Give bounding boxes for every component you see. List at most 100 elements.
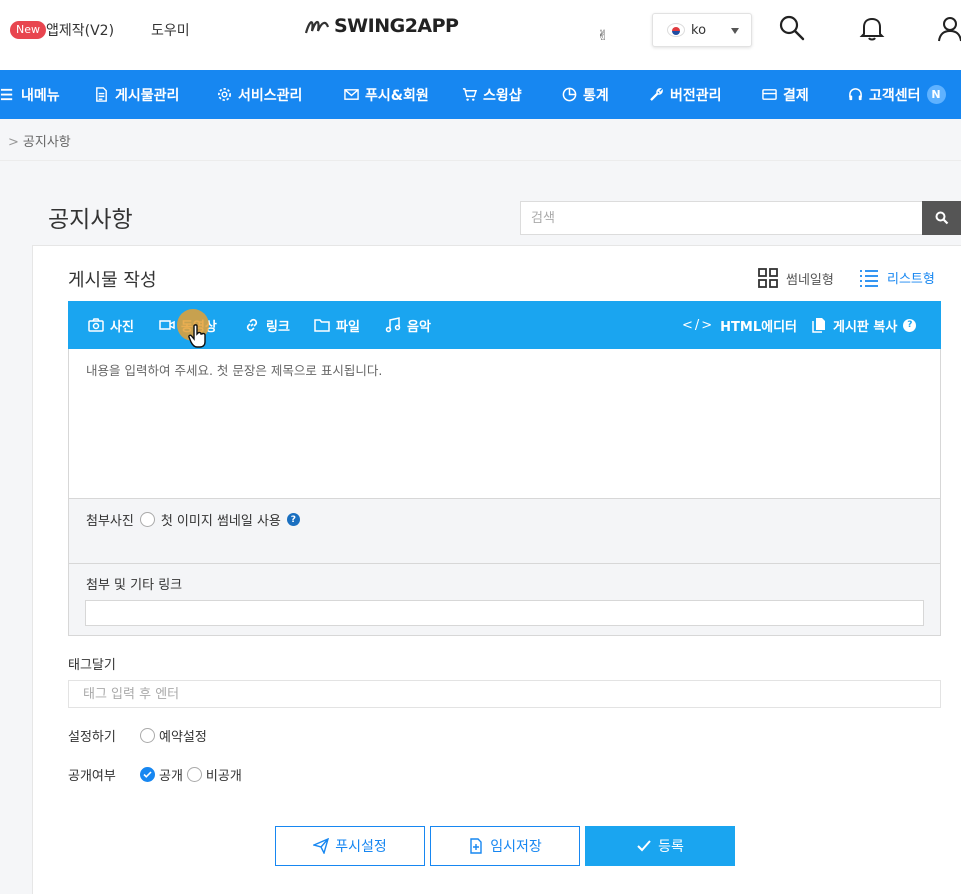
hand-pointer-icon: [188, 324, 206, 348]
breadcrumb-current[interactable]: 공지사항: [23, 135, 71, 150]
new-badge: New: [10, 21, 46, 39]
pie-chart-icon: [562, 87, 577, 102]
insert-music-button[interactable]: 음악: [385, 301, 431, 349]
page-title: 공지사항: [48, 207, 133, 233]
folder-icon: [314, 319, 330, 332]
chevron-down-icon: [731, 28, 739, 34]
gear-icon: [218, 88, 231, 101]
post-form-title: 게시물 작성: [68, 270, 157, 291]
first-image-thumbnail-radio[interactable]: [139, 512, 155, 527]
app-make-link[interactable]: 앱제작(V2): [46, 20, 114, 40]
user-icon[interactable]: [936, 14, 961, 42]
private-option[interactable]: 비공개: [186, 765, 242, 784]
public-label: 공개: [159, 769, 183, 784]
save-draft-label: 임시저장: [490, 839, 542, 855]
breadcrumb: > 공지사항: [8, 131, 71, 150]
private-radio[interactable]: [186, 767, 202, 782]
nav-label: 고객센터: [869, 87, 921, 104]
top-header: New 앱제작(V2) 도우미 SWING2APP ✌ ko: [0, 0, 961, 70]
html-editor-label: HTML에디터: [720, 319, 798, 335]
nav-label: 내메뉴: [21, 87, 60, 104]
attach-link-label: 첨부 및 기타 링크: [86, 578, 183, 593]
wrench-icon: [650, 88, 663, 101]
nav-customer-center[interactable]: 고객센터 N: [848, 70, 946, 119]
copy-icon: [812, 318, 825, 333]
document-icon: [96, 87, 107, 102]
push-setting-button[interactable]: 푸시설정: [275, 826, 425, 866]
mail-icon: [344, 89, 359, 100]
attach-photo-label: 첨부사진: [86, 514, 134, 529]
search-input[interactable]: [520, 201, 923, 235]
divider: [69, 563, 940, 564]
nav-my-menu[interactable]: 내메뉴: [0, 70, 60, 119]
setting-label: 설정하기: [68, 730, 116, 745]
save-draft-button[interactable]: 임시저장: [430, 826, 580, 866]
submit-button[interactable]: 등록: [585, 826, 735, 866]
nav-statistics[interactable]: 통계: [562, 70, 609, 119]
public-option[interactable]: 공개: [140, 765, 183, 784]
copy-board-label: 게시판 복사: [833, 319, 898, 335]
nav-swing-shop[interactable]: 스윙샵: [462, 70, 522, 119]
content-editor[interactable]: 내용을 입력하여 주세요. 첫 문장은 제목으로 표시됩니다.: [68, 349, 941, 499]
private-label: 비공개: [205, 769, 242, 784]
check-icon: [637, 840, 651, 852]
attach-link-input[interactable]: [85, 600, 924, 626]
html-editor-button[interactable]: </> HTML에디터: [682, 301, 797, 349]
visibility-label: 공개여부: [68, 769, 116, 784]
first-image-thumbnail-label: 첫 이미지 썸네일 사용: [160, 514, 281, 529]
new-notice-badge: N: [926, 85, 946, 104]
nav-version-manage[interactable]: 버전관리: [649, 70, 722, 119]
language-code: ko: [691, 22, 707, 38]
music-label: 음악: [407, 319, 431, 335]
reserve-radio[interactable]: [140, 728, 155, 743]
nav-label: 버전관리: [670, 87, 722, 104]
tag-input[interactable]: [68, 680, 941, 708]
music-icon: [385, 317, 401, 333]
korea-flag-icon: [667, 23, 685, 37]
main-nav: 내메뉴 게시물관리 서비스관리 푸시&회원 스윙샵 통계 버전관리 결제 고객센…: [0, 70, 961, 119]
link-label: 링크: [266, 319, 290, 335]
photo-label: 사진: [110, 319, 134, 335]
nav-post-manage[interactable]: 게시물관리: [94, 70, 179, 119]
list-view-toggle[interactable]: 리스트형: [859, 268, 935, 287]
help-icon[interactable]: ?: [903, 318, 917, 332]
nav-label: 결제: [783, 87, 809, 104]
logo-mark-icon: [304, 20, 330, 34]
camera-icon: [88, 318, 104, 332]
reserve-option[interactable]: 예약설정: [140, 726, 207, 745]
attachment-section: 첨부사진 첫 이미지 썸네일 사용 ? 첨부 및 기타 링크: [68, 498, 941, 636]
nav-service-manage[interactable]: 서비스관리: [217, 70, 302, 119]
add-file-icon: [470, 838, 482, 854]
logo-text: SWING2APP: [334, 15, 459, 37]
headset-icon: [849, 88, 862, 101]
divider: [0, 160, 961, 161]
thumbnail-view-toggle[interactable]: 썸네일형: [758, 268, 834, 288]
help-link[interactable]: 도우미: [151, 20, 190, 40]
bell-icon[interactable]: [858, 14, 886, 42]
help-icon[interactable]: ?: [286, 513, 300, 526]
search-button[interactable]: [922, 201, 961, 235]
reserve-label: 예약설정: [159, 730, 207, 745]
logo[interactable]: SWING2APP: [304, 15, 459, 37]
nav-push-member[interactable]: 푸시&회원: [344, 70, 429, 119]
insert-file-button[interactable]: 파일: [314, 301, 360, 349]
search-icon[interactable]: [778, 14, 806, 42]
visibility-row: 공개여부 공개 비공개: [68, 765, 246, 784]
checked-radio-icon[interactable]: [140, 767, 155, 782]
language-select[interactable]: ko: [652, 13, 752, 47]
list-icon: [860, 269, 878, 287]
nav-label: 게시물관리: [115, 87, 180, 104]
copy-board-button[interactable]: 게시판 복사 ?: [811, 301, 917, 349]
cart-icon: [462, 88, 477, 101]
grid-icon: [758, 268, 778, 288]
breadcrumb-separator: >: [8, 135, 19, 150]
peace-icon: ✌: [597, 28, 609, 44]
card-icon: [762, 89, 777, 100]
thumbnail-view-label: 썸네일형: [786, 272, 834, 288]
menu-icon: [0, 88, 13, 101]
insert-link-button[interactable]: 링크: [244, 301, 290, 349]
insert-photo-button[interactable]: 사진: [88, 301, 134, 349]
nav-label: 통계: [583, 87, 609, 104]
nav-payment[interactable]: 결제: [762, 70, 809, 119]
nav-label: 서비스관리: [238, 87, 303, 104]
